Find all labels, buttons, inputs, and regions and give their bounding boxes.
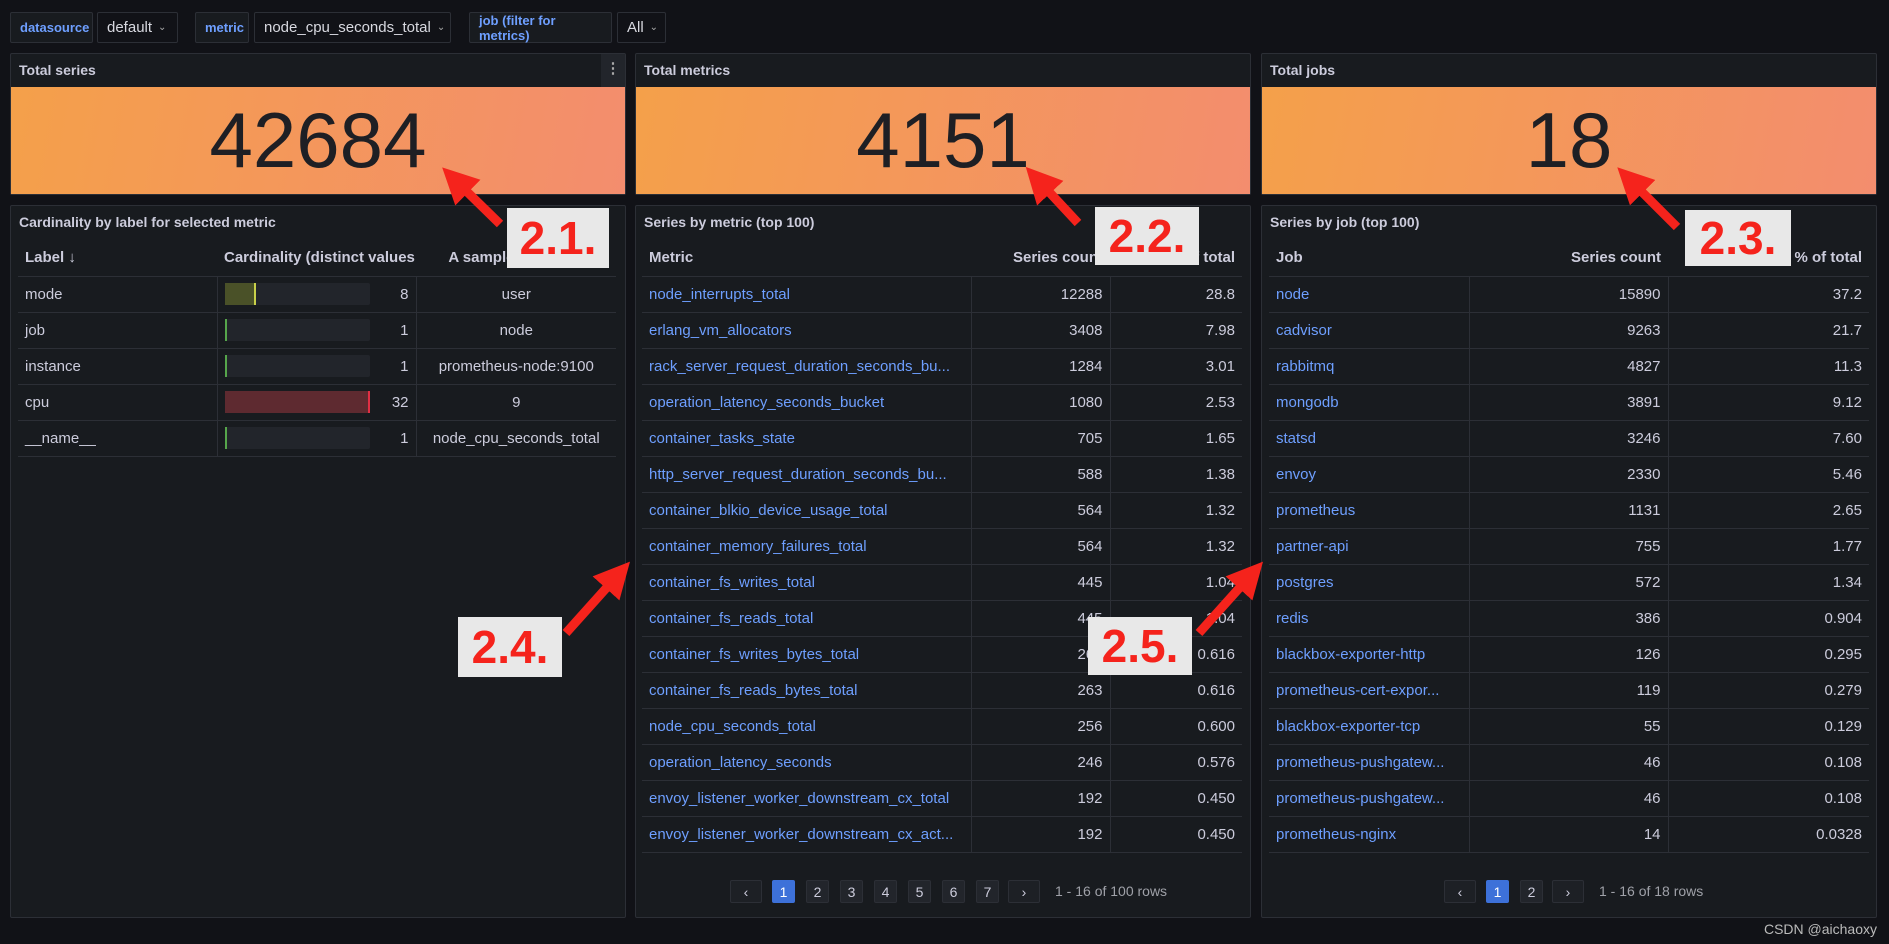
annotation-arrow (562, 561, 631, 637)
annotation-label: 2.3. (1685, 210, 1791, 266)
annotation-label: 2.5. (1088, 617, 1192, 675)
annotation-arrow (1025, 166, 1082, 227)
annotation-arrows (442, 166, 1681, 637)
annotation-label: 2.2. (1095, 207, 1199, 265)
annotation-arrow (1195, 561, 1264, 637)
annotation-label: 2.1. (507, 208, 609, 268)
annotation-arrow (442, 167, 504, 228)
watermark: CSDN @aichaoxy (1763, 921, 1877, 937)
annotation-label: 2.4. (458, 617, 562, 677)
annotation-arrow (1617, 167, 1681, 231)
